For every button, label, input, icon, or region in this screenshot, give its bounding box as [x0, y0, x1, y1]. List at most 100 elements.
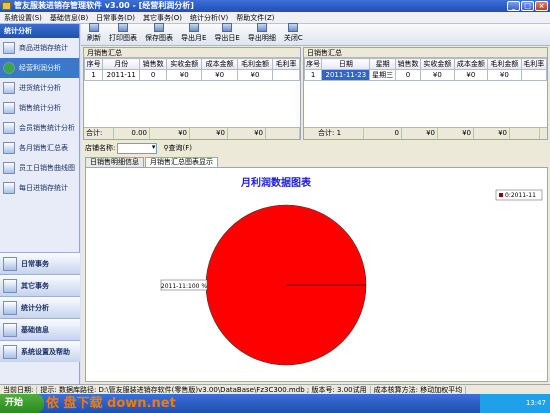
table-cell-selected: 2011-11-23: [321, 69, 371, 81]
table-cell: ¥0: [420, 69, 455, 81]
folder-icon: [3, 322, 17, 337]
column-header[interactable]: 毛利率: [272, 58, 300, 70]
sidebar-item-monthly-summary[interactable]: 各月销售汇总表: [0, 138, 79, 158]
document-icon: [3, 102, 15, 114]
export-month-label: 导出月E: [181, 34, 207, 42]
totals-cell: ¥0: [438, 128, 474, 139]
monthly-summary-panel: 月销售汇总 序号 月份 销售数 实收金额 成本金额 毛利金额 毛利率 1 2011-11 0 ¥0…: [83, 47, 301, 140]
sidebar-item-member-sales[interactable]: 会员销售统计分析: [0, 118, 79, 138]
table-cell: ¥0: [201, 69, 238, 81]
sidebar-item-purchase-stats[interactable]: 进货统计分析: [0, 78, 79, 98]
column-header[interactable]: 成本金额: [201, 58, 238, 70]
totals-label: 合计: 1: [304, 128, 364, 139]
sidebar-item-sales-stats[interactable]: 销售统计分析: [0, 98, 79, 118]
export-detail-button[interactable]: 导出明细: [244, 23, 280, 45]
status-cost-method: 成本核算方法: 移动加权平均: [370, 386, 467, 394]
folder-icon: [3, 278, 17, 293]
monthly-table: 序号 月份 销售数 实收金额 成本金额 毛利金额 毛利率 1 2011-11 0 ¥0 ¥0 ¥0: [83, 58, 300, 81]
column-header[interactable]: 序号: [83, 58, 104, 70]
column-header[interactable]: 销售数: [139, 58, 168, 70]
column-header[interactable]: 成本金额: [453, 58, 489, 70]
table-row[interactable]: 1 2011-11-23 星期三 0 ¥0 ¥0 ¥0: [303, 69, 548, 81]
minimize-button[interactable]: _: [507, 1, 520, 11]
folder-icon: [3, 300, 17, 315]
document-icon: [3, 82, 15, 94]
table-cell: 0: [139, 69, 168, 81]
column-header[interactable]: 毛利金额: [236, 58, 274, 70]
main-area: 刷新 打印图表 保存图表 导出月E 导出日E 导出明细 关闭C 月销售汇总 序号…: [81, 23, 550, 384]
save-chart-button[interactable]: 保存图表: [141, 23, 177, 45]
group-label: 统计分析: [21, 303, 49, 312]
column-header[interactable]: 实收金额: [420, 58, 455, 70]
maximize-button[interactable]: □: [521, 1, 534, 11]
sidebar-item-profit-analysis[interactable]: 经营利润分析: [0, 58, 79, 78]
pie-chart: 月利润数据图表 2011-11:100 % 0:2011-11: [160, 176, 543, 366]
table-cell: 0: [394, 69, 422, 81]
sidebar-item-label: 会员销售统计分析: [19, 124, 75, 132]
sidebar-item-staff-curve[interactable]: 员工日销售曲线图: [0, 158, 79, 178]
print-chart-button[interactable]: 打印图表: [105, 23, 141, 45]
tab-daily-detail[interactable]: 日销售明细信息: [85, 157, 144, 167]
table-cell: 星期三: [369, 69, 396, 81]
store-select[interactable]: [117, 142, 158, 154]
export-day-button[interactable]: 导出日E: [210, 23, 243, 45]
column-header[interactable]: 实收金额: [166, 58, 203, 70]
group-statistics[interactable]: 统计分析: [0, 296, 80, 318]
totals-cell: ¥0: [402, 128, 438, 139]
column-header[interactable]: 日期: [321, 58, 371, 70]
column-header[interactable]: 毛利率: [520, 58, 548, 70]
totals-cell: 0: [364, 128, 402, 139]
refresh-icon: [89, 23, 99, 32]
close-tab-button[interactable]: 关闭C: [280, 23, 307, 45]
column-header[interactable]: 序号: [303, 58, 323, 70]
clock: 13:47: [480, 394, 550, 413]
group-settings-help[interactable]: 系统设置及帮助: [0, 340, 80, 362]
sidebar-item-daily-stats[interactable]: 每日进销存统计: [0, 178, 79, 198]
export-detail-label: 导出明细: [247, 34, 276, 42]
table-cell: [520, 69, 548, 81]
totals-cell: [266, 128, 300, 139]
menu-system[interactable]: 系统设置(S): [0, 12, 46, 24]
filter-bar: 店铺名称: ⚲ 查询(F): [85, 141, 545, 155]
line-chart-icon: [3, 162, 15, 174]
group-label: 基础信息: [21, 325, 49, 334]
chart-area: 月利润数据图表 2011-11:100 % 0:2011-11: [85, 167, 548, 382]
refresh-label: 刷新: [87, 34, 101, 42]
sidebar-item-label: 进货统计分析: [19, 84, 61, 92]
export-icon: [256, 23, 267, 32]
export-month-button[interactable]: 导出月E: [177, 23, 210, 45]
close-button[interactable]: ×: [535, 1, 548, 11]
slice-label: 2011-11:100 %: [161, 283, 207, 290]
daily-summary-panel: 日销售汇总 序号 日期 星期 销售数 实收金额 成本金额 毛利金额 毛利率 1 2011-11-…: [303, 47, 548, 140]
tab-monthly-chart[interactable]: 月销售汇总图表显示: [145, 157, 218, 167]
start-button[interactable]: 开始: [0, 394, 44, 413]
table-row[interactable]: 1 2011-11 0 ¥0 ¥0 ¥0: [83, 69, 300, 81]
column-header[interactable]: 销售数: [394, 58, 422, 70]
query-button[interactable]: 查询(F): [169, 143, 193, 153]
group-other-affairs[interactable]: 其它事务: [0, 274, 80, 296]
folder-icon: [3, 344, 17, 359]
sidebar-item-stock-stats[interactable]: 商品进销存统计: [0, 38, 79, 58]
sidebar-item-label: 经营利润分析: [19, 64, 61, 72]
export-icon: [188, 23, 199, 32]
monthly-totals: 合计: 0.00 ¥0 ¥0 ¥0: [84, 127, 300, 139]
table-cell: ¥0: [236, 69, 274, 81]
refresh-button[interactable]: 刷新: [83, 23, 105, 45]
watermark: 依 盘下载 down.net: [46, 396, 176, 411]
table-cell: 1: [83, 69, 104, 81]
group-label: 日常事务: [21, 259, 49, 268]
column-header[interactable]: 星期: [369, 58, 396, 70]
legend-swatch: [499, 193, 503, 197]
calendar-icon: [3, 182, 15, 194]
printer-icon: [118, 23, 128, 32]
column-header[interactable]: 月份: [102, 58, 141, 70]
store-label: 店铺名称:: [85, 144, 116, 152]
table-cell: 2011-11: [102, 69, 141, 81]
group-label: 系统设置及帮助: [21, 347, 70, 356]
print-label: 打印图表: [109, 34, 137, 42]
close-label: 关闭C: [283, 34, 303, 42]
group-daily-affairs[interactable]: 日常事务: [0, 252, 80, 274]
column-header[interactable]: 毛利金额: [487, 58, 522, 70]
group-basic-info[interactable]: 基础信息: [0, 318, 80, 340]
table-cell: 1: [303, 69, 323, 81]
